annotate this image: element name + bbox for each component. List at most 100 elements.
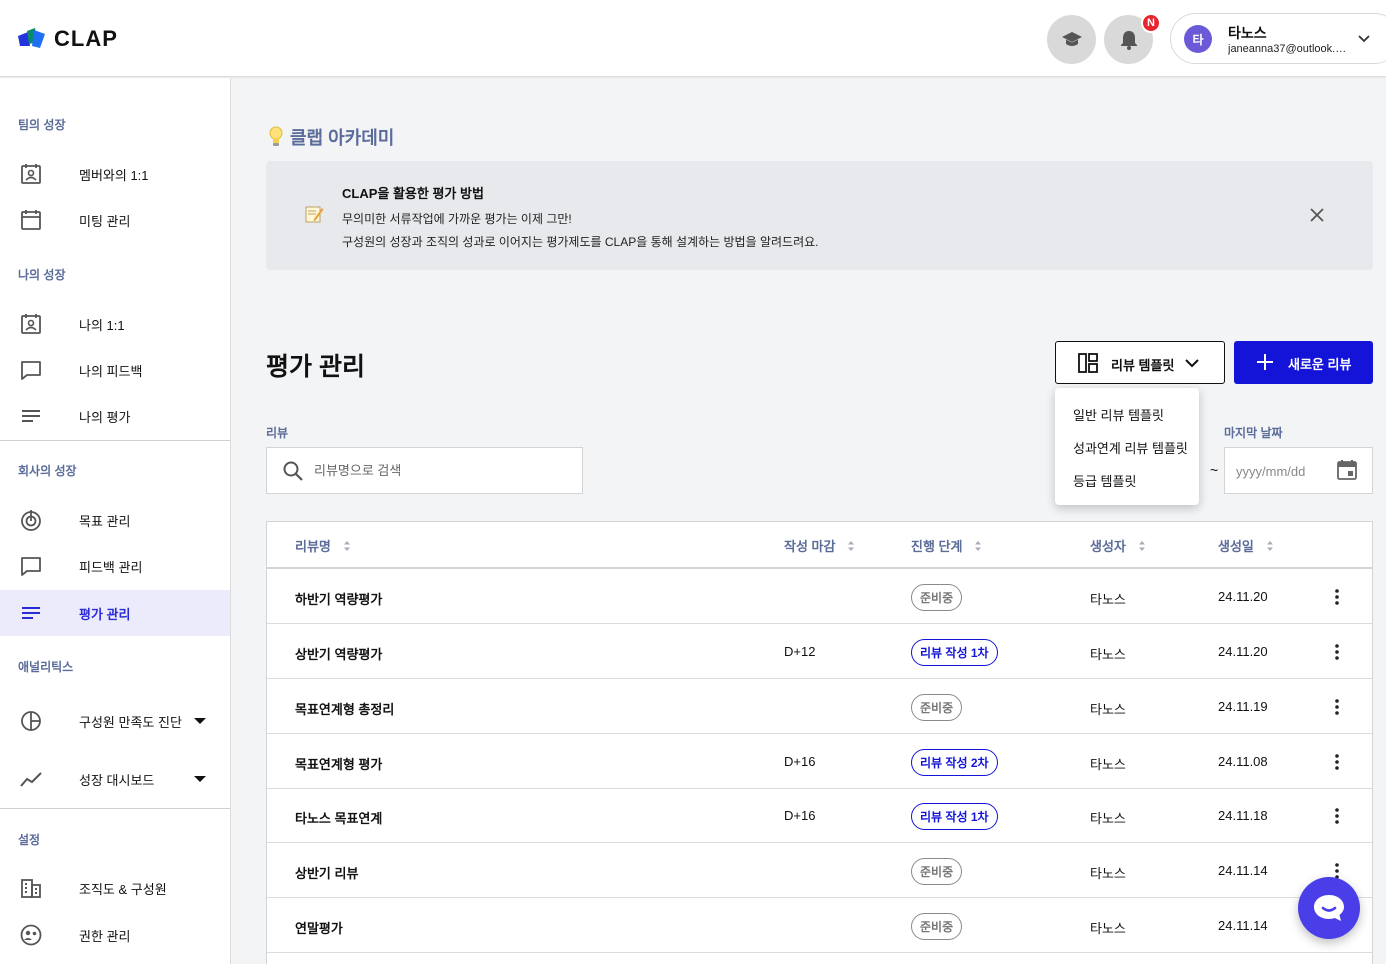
- sidebar-item-label: 성장 대시보드: [79, 772, 155, 788]
- new-review-label: 새로운 리뷰: [1288, 357, 1352, 372]
- sort-icon: [848, 540, 855, 551]
- bell-icon: [1120, 30, 1137, 50]
- status-badge: 리뷰 작성 2차: [911, 749, 998, 776]
- close-icon[interactable]: [1308, 206, 1326, 224]
- more-options-icon[interactable]: [1330, 697, 1344, 717]
- review-name: 상반기 리뷰: [295, 866, 359, 881]
- academy-button[interactable]: [1047, 15, 1096, 64]
- more-options-icon[interactable]: [1330, 642, 1344, 662]
- status-badge: 리뷰 작성 1차: [911, 803, 998, 830]
- review-created-date: 24.11.20: [1218, 644, 1268, 659]
- notification-badge: N: [1141, 13, 1161, 33]
- list-icon: [22, 607, 40, 619]
- table-row[interactable]: 상반기 리뷰 준비중 타노스 24.11.14: [267, 843, 1372, 898]
- review-due: D+12: [784, 644, 816, 659]
- new-review-button[interactable]: 새로운 리뷰: [1234, 341, 1373, 384]
- review-created-date: 24.11.20: [1218, 589, 1268, 604]
- column-header-due[interactable]: 작성 마감: [784, 536, 855, 555]
- search-icon: [283, 461, 303, 481]
- academy-section-title: 클랩 아카데미: [268, 124, 394, 150]
- chevron-down-icon: [1185, 359, 1199, 368]
- sidebar-item-meetings[interactable]: 미팅 관리: [0, 197, 230, 243]
- table-row[interactable]: 상반기 역량평가 D+12 리뷰 작성 1차 타노스 24.11.20: [267, 624, 1372, 679]
- review-created-date: 24.11.19: [1218, 699, 1268, 714]
- sidebar-item-org-chart[interactable]: 조직도 & 구성원: [0, 865, 230, 911]
- expand-caret-icon[interactable]: [194, 776, 206, 782]
- search-input[interactable]: [314, 460, 564, 480]
- sidebar-item-label: 목표 관리: [79, 513, 131, 529]
- review-name: 타노스 목표연계: [295, 811, 383, 826]
- chat-support-button[interactable]: [1298, 877, 1360, 939]
- sort-icon: [1138, 540, 1145, 551]
- more-options-icon[interactable]: [1330, 806, 1344, 826]
- end-date-input[interactable]: [1236, 461, 1326, 481]
- table-row[interactable]: 목표연계형 총정리 준비중 타노스 24.11.19: [267, 679, 1372, 734]
- chat-bubble-icon: [21, 361, 41, 380]
- clap-logo[interactable]: CLAP: [18, 26, 118, 52]
- sidebar-item-label: 미팅 관리: [79, 213, 131, 229]
- sidebar-item-my-feedback[interactable]: 나의 피드백: [0, 347, 230, 393]
- target-icon: [21, 510, 41, 531]
- review-table: 리뷰명 작성 마감 진행 단계 생성자 생성일 하반기 역량평가 준비중 타노스…: [266, 521, 1373, 964]
- table-row[interactable]: 하반기 역량평가 준비중 타노스 24.11.20: [267, 569, 1372, 624]
- column-header-name[interactable]: 리뷰명: [295, 536, 351, 555]
- status-badge: 준비중: [911, 584, 963, 611]
- sidebar-item-label: 구성원 만족도 진단: [79, 714, 182, 730]
- end-date-label: 마지막 날짜: [1224, 426, 1283, 440]
- table-row[interactable]: 목표연계형 평가 D+16 리뷰 작성 2차 타노스 24.11.08: [267, 734, 1372, 789]
- review-due: D+16: [784, 754, 816, 769]
- sidebar-divider: [0, 440, 230, 441]
- building-icon: [21, 879, 41, 898]
- section-title-settings: 설정: [18, 833, 41, 847]
- chevron-down-icon: [1358, 35, 1370, 43]
- sidebar-item-member-1on1[interactable]: 멤버와의 1:1: [0, 151, 230, 197]
- sidebar-item-label: 평가 관리: [79, 606, 131, 622]
- menu-item-performance-template[interactable]: 성과연계 리뷰 템플릿: [1073, 438, 1188, 457]
- user-menu[interactable]: 타 타노스 janeanna37@outlook.com: [1170, 13, 1386, 64]
- notice-text-line2: 구성원의 성장과 조직의 성과로 이어지는 평가제도를 CLAP을 통해 설계하…: [342, 235, 819, 249]
- review-filter-label: 리뷰: [266, 426, 289, 440]
- table-row[interactable]: 타노스 목표연계 D+16 리뷰 작성 1차 타노스 24.11.18: [267, 788, 1372, 843]
- column-header-label: 작성 마감: [784, 539, 836, 554]
- academy-title-text: 클랩 아카데미: [290, 128, 395, 148]
- sidebar-item-permissions[interactable]: 권한 관리: [0, 912, 230, 958]
- sidebar-item-label: 나의 피드백: [79, 363, 143, 379]
- review-creator: 타노스: [1090, 757, 1126, 772]
- more-options-icon[interactable]: [1330, 587, 1344, 607]
- review-search-field[interactable]: [266, 447, 583, 494]
- column-header-status[interactable]: 진행 단계: [911, 536, 982, 555]
- review-created-date: 24.11.18: [1218, 808, 1268, 823]
- one-on-one-icon: [21, 164, 41, 184]
- sidebar-item-feedback-mgmt[interactable]: 피드백 관리: [0, 543, 230, 589]
- expand-caret-icon[interactable]: [194, 718, 206, 724]
- sidebar-item-my-1on1[interactable]: 나의 1:1: [0, 301, 230, 347]
- top-header: CLAP N 타 타노스 janeanna37@outlook.com: [0, 0, 1386, 77]
- sidebar: 팀의 성장 멤버와의 1:1 미팅 관리 나의 성장 나의 1:1 나의 피드백…: [0, 78, 231, 964]
- sidebar-item-review-mgmt[interactable]: 평가 관리: [0, 590, 230, 636]
- table-row[interactable]: 연말평가 준비중 타노스 24.11.14: [267, 898, 1372, 953]
- column-header-created[interactable]: 생성일: [1218, 536, 1274, 555]
- chat-bubble-icon: [21, 557, 41, 576]
- menu-item-general-template[interactable]: 일반 리뷰 템플릿: [1073, 405, 1164, 424]
- review-name: 목표연계형 평가: [295, 757, 383, 772]
- date-separator: ~: [1210, 462, 1219, 478]
- calendar-icon[interactable]: [1336, 459, 1358, 481]
- graduation-cap-icon: [1061, 31, 1082, 46]
- avatar: 타: [1184, 25, 1212, 53]
- notification-button[interactable]: N: [1104, 13, 1161, 64]
- review-name: 연말평가: [295, 921, 343, 936]
- menu-item-grade-template[interactable]: 등급 템플릿: [1073, 471, 1136, 490]
- end-date-field[interactable]: [1224, 447, 1373, 494]
- sidebar-item-goals[interactable]: 목표 관리: [0, 497, 230, 543]
- sidebar-item-my-review[interactable]: 나의 평가: [0, 393, 230, 439]
- column-header-creator[interactable]: 생성자: [1090, 536, 1146, 555]
- chat-icon: [1314, 895, 1344, 921]
- sidebar-item-dashboard[interactable]: 성장 대시보드: [0, 756, 230, 802]
- sidebar-item-satisfaction[interactable]: 구성원 만족도 진단: [0, 698, 230, 744]
- review-template-button[interactable]: 리뷰 템플릿: [1055, 341, 1225, 384]
- section-title-my: 나의 성장: [18, 268, 66, 282]
- more-options-icon[interactable]: [1330, 752, 1344, 772]
- academy-notice[interactable]: CLAP을 활용한 평가 방법 무의미한 서류작업에 가까운 평가는 이제 그만…: [266, 161, 1373, 270]
- template-dropdown-menu: 일반 리뷰 템플릿 성과연계 리뷰 템플릿 등급 템플릿: [1055, 388, 1199, 505]
- memo-icon: [305, 206, 324, 223]
